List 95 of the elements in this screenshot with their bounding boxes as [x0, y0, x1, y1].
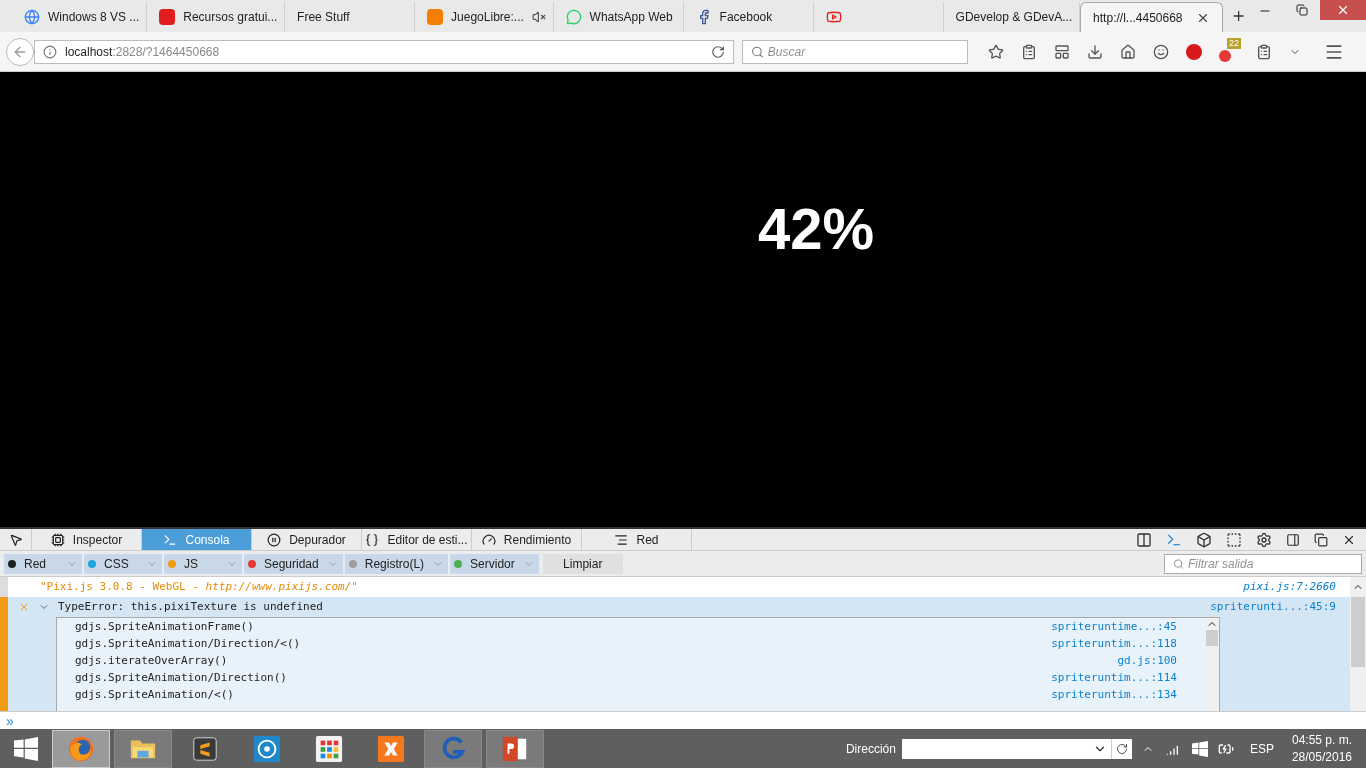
lines-icon: [614, 532, 629, 547]
chat-icon: [565, 9, 582, 25]
reload-icon[interactable]: [711, 44, 725, 59]
taskbar-app[interactable]: [486, 729, 544, 768]
devtools-tab[interactable]: Red: [582, 529, 692, 550]
filter-button[interactable]: Red: [4, 553, 82, 574]
scrollbar[interactable]: [1205, 618, 1219, 711]
clipboard-icon[interactable]: [1256, 43, 1272, 60]
reading-list-icon[interactable]: [1021, 43, 1037, 60]
clock[interactable]: 04:55 p. m. 28/05/2016: [1291, 731, 1352, 766]
stack-function: gdjs.SpriteAnimation/Direction/<(): [75, 636, 302, 653]
search-box[interactable]: Buscar: [742, 39, 968, 64]
muted-speaker-icon[interactable]: [531, 10, 546, 24]
address-field[interactable]: [901, 738, 1132, 759]
xampp-icon: [377, 734, 405, 763]
filter-button[interactable]: Registro(L): [344, 553, 449, 574]
close-icon: [1336, 3, 1350, 17]
undock-icon[interactable]: [1314, 532, 1328, 547]
refresh-icon[interactable]: [1115, 742, 1128, 755]
devtools-tab[interactable]: Depurador: [252, 529, 362, 550]
restore-icon[interactable]: [1296, 4, 1308, 16]
search-icon: [751, 44, 764, 59]
tab-title: Free Stuff: [297, 9, 351, 26]
pocket-icon[interactable]: [1054, 43, 1070, 60]
layout-icon[interactable]: [1136, 531, 1152, 548]
count-badge: 22: [1227, 37, 1241, 49]
filter-button[interactable]: JS: [164, 553, 242, 574]
source-link[interactable]: spriteruntim...:118: [1051, 636, 1177, 653]
stack-function: gdjs.iterateOverArray(): [75, 653, 229, 670]
windows-icon[interactable]: [1191, 740, 1208, 757]
clear-button[interactable]: Limpiar: [542, 553, 623, 574]
filter-button[interactable]: CSS: [84, 553, 162, 574]
source-link[interactable]: gd.js:100: [1117, 653, 1177, 670]
powerpoint-icon: [501, 734, 529, 763]
address-bar[interactable]: localhost:2828/?1464450668: [34, 39, 734, 64]
scrollbar[interactable]: [1350, 577, 1366, 711]
filter-box[interactable]: Filtrar salida: [1164, 553, 1362, 574]
tab-title: WhatsApp Web: [589, 9, 673, 26]
scrollbar-thumb[interactable]: [1351, 597, 1365, 667]
taskbar-app[interactable]: [114, 729, 172, 768]
gauge-icon: [481, 532, 496, 547]
play-icon: [825, 9, 842, 25]
browser-tab[interactable]: http://l...4450668: [1080, 2, 1223, 32]
search-field[interactable]: Buscar: [767, 42, 959, 61]
scrollbar-thumb[interactable]: [1206, 630, 1218, 646]
source-link[interactable]: spriteruntim...:134: [1051, 687, 1177, 704]
pause-icon: [267, 532, 282, 547]
home-icon[interactable]: [1120, 43, 1136, 60]
windows-icon[interactable]: [14, 736, 38, 761]
tab-title: Facebook: [719, 9, 774, 26]
tab-title: Windows 8 VS ...: [48, 9, 140, 26]
tab-title: GDevelop & GDevA...: [955, 9, 1073, 26]
chip-icon: [50, 532, 65, 547]
smiley-icon[interactable]: [1153, 43, 1169, 60]
info-icon[interactable]: [43, 44, 57, 59]
star-icon[interactable]: [988, 43, 1004, 60]
stack-function: gdjs.SpriteAnimationFrame(): [75, 619, 255, 636]
dock-side-icon[interactable]: [1286, 532, 1300, 547]
source-link[interactable]: spriteruntime...:45: [1051, 619, 1177, 636]
devtools-tab[interactable]: Editor de esti...: [362, 529, 472, 550]
loading-percentage: 42%: [757, 200, 875, 263]
taskbar-app[interactable]: [52, 729, 110, 768]
source-link[interactable]: spriteruntim...:114: [1051, 670, 1177, 687]
logo-icon: [427, 9, 444, 25]
stack-function: gdjs.SpriteAnimation/<(): [75, 687, 235, 704]
download-icon[interactable]: [1087, 43, 1103, 60]
filter-button[interactable]: Servidor: [450, 553, 539, 574]
tab-title: Recursos gratui...: [183, 9, 278, 26]
devtools-tab[interactable]: Rendimiento: [472, 529, 582, 550]
error-message: TypeError: this.pixiTexture is undefined: [58, 598, 324, 615]
url-text: localhost:2828/?1464450668: [65, 43, 220, 61]
braces-icon: [365, 532, 380, 547]
firefox-icon: [67, 734, 95, 763]
filter-button[interactable]: Seguridad: [244, 553, 343, 574]
settings-icon[interactable]: [1256, 531, 1272, 548]
stack-function: gdjs.SpriteAnimation/Direction(): [75, 670, 288, 687]
globe-icon: [24, 9, 40, 25]
terminal-icon: [163, 532, 178, 547]
error-icon: [18, 601, 30, 613]
source-link[interactable]: pixi.js:7:2660: [1243, 578, 1336, 596]
logo-icon: [159, 9, 176, 25]
speedometer-icon: [253, 734, 281, 763]
tab-title: http://l...4450668: [1093, 9, 1184, 27]
picker-icon[interactable]: [8, 532, 23, 547]
address-toolbar-label: Dirección: [845, 740, 896, 758]
sublime-icon: [191, 734, 219, 763]
prompt-symbol: »: [6, 713, 14, 728]
cube-icon[interactable]: [1196, 531, 1212, 548]
tiles-icon: [315, 734, 343, 763]
log-message: "Pixi.js 3.0.8 - WebGL - http://www.pixijs.com/": [40, 578, 359, 595]
filter-field[interactable]: Filtrar salida: [1188, 554, 1353, 573]
search-icon: [1173, 557, 1184, 570]
frame-icon[interactable]: [1226, 531, 1242, 548]
tab-title: JuegoLibre:...: [451, 9, 524, 26]
language-indicator[interactable]: ESP: [1249, 739, 1274, 758]
